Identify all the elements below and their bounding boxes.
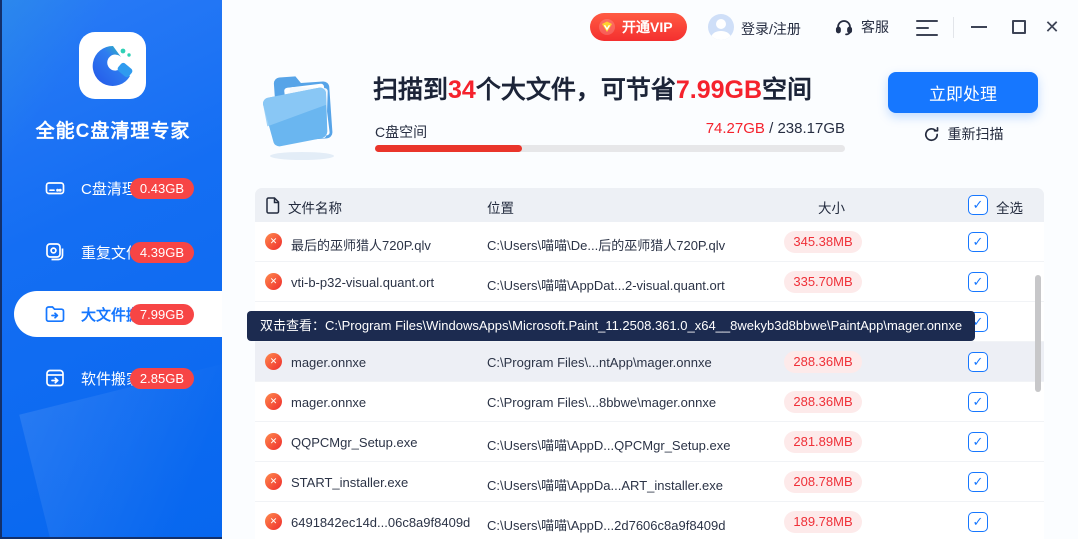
- size-badge: 4.39GB: [130, 242, 194, 263]
- rescan-label: 重新扫描: [948, 124, 1004, 144]
- menu-icon[interactable]: [916, 20, 940, 36]
- scan-summary-title: 扫描到34个大文件，可节省7.99GB空间: [373, 70, 812, 106]
- select-all-label: 全选: [996, 197, 1023, 217]
- file-path: C:\Program Files\...8bbwe\mager.onnxe: [487, 395, 716, 410]
- sidebar-item-big-file-move[interactable]: 大文件搬家 7.99GB: [14, 291, 222, 337]
- file-table-header: 文件名称 位置 大小 ✓ 全选: [255, 188, 1044, 222]
- row-checkbox[interactable]: ✓: [968, 232, 988, 252]
- file-table: 文件名称 位置 大小 ✓ 全选 ✕ 最后的巫师猎人720P.qlv C:\Use…: [255, 188, 1044, 539]
- duplicate-icon: [44, 241, 66, 263]
- vip-label: 开通VIP: [622, 17, 673, 37]
- file-size-badge: 288.36MB: [784, 391, 861, 413]
- customer-support-button[interactable]: 客服: [834, 17, 889, 37]
- file-path: C:\Users\喵喵\AppD...2d7606c8a9f8409d: [487, 515, 725, 534]
- file-size-badge: 281.89MB: [784, 431, 861, 453]
- login-register-link[interactable]: 登录/注册: [741, 19, 801, 39]
- table-row[interactable]: ✕ vti-b-p32-visual.quant.ort C:\Users\喵喵…: [255, 262, 1044, 302]
- row-checkbox[interactable]: ✓: [968, 392, 988, 412]
- drive-icon: [44, 177, 66, 199]
- close-button[interactable]: ✕: [1037, 12, 1067, 42]
- file-size-badge: 345.38MB: [784, 231, 861, 253]
- sidebar: 全能C盘清理专家 C盘清理 0.43GB 重复文件清理 4: [0, 0, 222, 539]
- file-size-badge: 335.70MB: [784, 271, 861, 293]
- remove-icon[interactable]: ✕: [265, 513, 282, 530]
- table-row[interactable]: ✕ QQPCMgr_Setup.exe C:\Users\喵喵\AppD...Q…: [255, 422, 1044, 462]
- headset-icon: [834, 17, 854, 37]
- disk-progress-bar: [375, 145, 845, 152]
- file-name: 最后的巫师猎人720P.qlv: [291, 235, 431, 254]
- file-path: C:\Users\喵喵\De...后的巫师猎人720P.qlv: [487, 235, 725, 254]
- file-name: mager.onnxe: [291, 395, 366, 410]
- file-name: vti-b-p32-visual.quant.ort: [291, 275, 434, 290]
- row-checkbox[interactable]: ✓: [968, 352, 988, 372]
- size-badge: 2.85GB: [130, 368, 194, 389]
- file-icon: [265, 197, 280, 214]
- file-table-body: ✕ 最后的巫师猎人720P.qlv C:\Users\喵喵\De...后的巫师猎…: [255, 222, 1044, 539]
- disk-total-value: 238.17GB: [777, 120, 845, 137]
- refresh-icon: [923, 126, 940, 143]
- row-checkbox[interactable]: ✓: [968, 472, 988, 492]
- minimize-button[interactable]: [964, 12, 994, 42]
- double-click-tooltip: 双击查看：C:\Program Files\WindowsApps\Micros…: [247, 311, 975, 341]
- maximize-button[interactable]: [1004, 12, 1034, 42]
- app-window: 全能C盘清理专家 C盘清理 0.43GB 重复文件清理 4: [0, 0, 1078, 539]
- disk-progress-fill: [375, 145, 522, 152]
- sidebar-item-label: C盘清理: [81, 178, 137, 199]
- remove-icon[interactable]: ✕: [265, 353, 282, 370]
- row-checkbox[interactable]: ✓: [968, 432, 988, 452]
- folder-illustration-icon: [252, 58, 352, 167]
- folder-move-icon: [44, 303, 66, 325]
- open-vip-button[interactable]: 开通VIP: [590, 13, 687, 41]
- file-name: START_installer.exe: [291, 475, 408, 490]
- table-row[interactable]: ✕ mager.onnxe C:\Program Files\...8bbwe\…: [255, 382, 1044, 422]
- support-label: 客服: [861, 17, 889, 37]
- file-size-badge: 189.78MB: [784, 511, 861, 533]
- scrollbar-thumb[interactable]: [1035, 275, 1041, 392]
- table-row[interactable]: ✕ mager.onnxe C:\Program Files\...ntApp\…: [255, 342, 1044, 382]
- select-all-checkbox[interactable]: ✓: [968, 195, 988, 215]
- file-path: C:\Program Files\...ntApp\mager.onnxe: [487, 355, 712, 370]
- rescan-button[interactable]: 重新扫描: [888, 124, 1038, 144]
- remove-icon[interactable]: ✕: [265, 473, 282, 490]
- remove-icon[interactable]: ✕: [265, 233, 282, 250]
- disk-space-label: C盘空间: [375, 122, 427, 142]
- avatar[interactable]: [708, 14, 734, 40]
- file-size-badge: 288.36MB: [784, 351, 861, 373]
- file-path: C:\Users\喵喵\AppDa...ART_installer.exe: [487, 475, 723, 494]
- remove-icon[interactable]: ✕: [265, 273, 282, 290]
- main-panel: 开通VIP 登录/注册 客服 ✕: [222, 0, 1078, 539]
- remove-icon[interactable]: ✕: [265, 433, 282, 450]
- file-name: mager.onnxe: [291, 355, 366, 370]
- disk-used-value: 74.27GB: [706, 120, 765, 137]
- app-move-icon: [44, 367, 66, 389]
- file-name: 6491842ec14d...06c8a9f8409d: [291, 515, 470, 530]
- row-checkbox[interactable]: ✓: [968, 512, 988, 532]
- file-path: C:\Users\喵喵\AppD...QPCMgr_Setup.exe: [487, 435, 730, 454]
- titlebar-divider: [953, 17, 954, 38]
- app-logo-icon: [79, 32, 146, 99]
- remove-icon[interactable]: ✕: [265, 393, 282, 410]
- size-badge: 7.99GB: [130, 304, 194, 325]
- disk-usage-text: 74.27GB / 238.17GB: [575, 120, 845, 137]
- sidebar-item-duplicate-clean[interactable]: 重复文件清理 4.39GB: [14, 229, 222, 275]
- table-row[interactable]: ✕ 最后的巫师猎人720P.qlv C:\Users\喵喵\De...后的巫师猎…: [255, 222, 1044, 262]
- app-title: 全能C盘清理专家: [2, 116, 222, 143]
- file-name: QQPCMgr_Setup.exe: [291, 435, 417, 450]
- table-row[interactable]: ✕ 6491842ec14d...06c8a9f8409d C:\Users\喵…: [255, 502, 1044, 539]
- file-path: C:\Users\喵喵\AppDat...2-visual.quant.ort: [487, 275, 725, 294]
- table-row[interactable]: ✕ START_installer.exe C:\Users\喵喵\AppDa.…: [255, 462, 1044, 502]
- size-badge: 0.43GB: [130, 178, 194, 199]
- file-size-badge: 208.78MB: [784, 471, 861, 493]
- process-now-button[interactable]: 立即处理: [888, 72, 1038, 113]
- vip-gem-icon: [598, 18, 616, 36]
- column-header-location: 位置: [487, 197, 514, 217]
- sidebar-item-software-move[interactable]: 软件搬家 2.85GB: [14, 355, 222, 401]
- column-header-size: 大小: [818, 197, 845, 217]
- column-header-name: 文件名称: [288, 197, 342, 217]
- sidebar-item-c-drive-clean[interactable]: C盘清理 0.43GB: [14, 165, 222, 211]
- row-checkbox[interactable]: ✓: [968, 272, 988, 292]
